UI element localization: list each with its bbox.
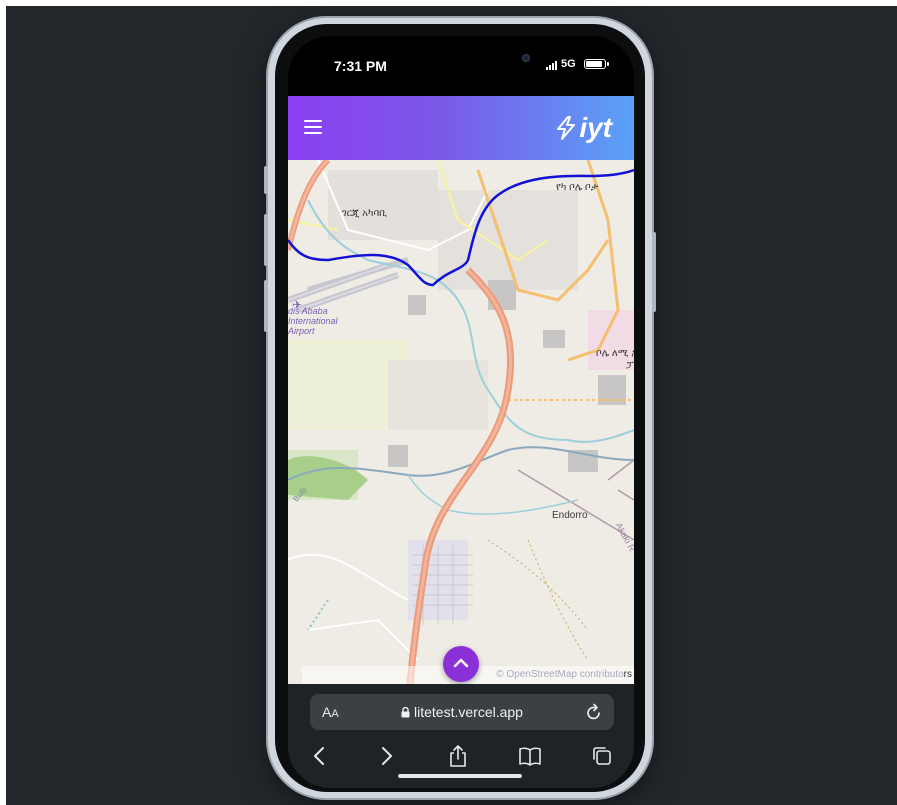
silent-switch	[264, 166, 268, 194]
url-text: litetest.vercel.app	[414, 704, 523, 720]
status-bar: 7:31 PM 5G	[288, 36, 634, 96]
map-tiles	[288, 160, 634, 684]
chevron-right-icon[interactable]	[374, 744, 398, 768]
chevron-left-icon[interactable]	[308, 744, 332, 768]
lock-icon	[401, 707, 410, 718]
attribution-tail: rs	[623, 669, 632, 680]
app-header: iyt	[288, 96, 634, 160]
map-label-bole-lemi: ቦሌ ለሚ ኢ	[596, 348, 634, 359]
power-button	[652, 232, 656, 312]
notch	[398, 36, 530, 74]
app-logo[interactable]: iyt	[555, 112, 612, 144]
map-label-endorro: Endorro	[552, 510, 588, 521]
map-label-yeka-bole: የካ ቦሌ ቦታ	[556, 182, 599, 193]
share-icon[interactable]	[446, 744, 470, 768]
network-type: 5G	[561, 58, 576, 70]
battery-icon	[584, 59, 609, 69]
attribution-link[interactable]: © OpenStreetMap contributo	[496, 669, 623, 680]
chevron-up-icon	[453, 658, 469, 668]
home-indicator[interactable]	[398, 774, 522, 778]
address-bar[interactable]: AA litetest.vercel.app	[310, 694, 614, 730]
signal-bars-icon: 5G	[546, 58, 576, 70]
expand-panel-button[interactable]	[443, 646, 479, 682]
book-icon[interactable]	[518, 744, 542, 768]
map-label-gerji: ገርጂ አካባቢ	[342, 208, 388, 219]
reload-icon[interactable]	[586, 703, 602, 721]
phone-frame: 7:31 PM 5G iyt ገርጂ አካባቢ የካ ቦሌ ቦታ ቦሌ ለሚ ፓ…	[264, 18, 656, 798]
status-time: 7:31 PM	[334, 58, 387, 74]
page-background: 7:31 PM 5G iyt ገርጂ አካባቢ የካ ቦሌ ቦታ ቦሌ ለሚ ፓ…	[6, 6, 897, 805]
map-view[interactable]: ገርጂ አካባቢ የካ ቦሌ ቦታ ቦሌ ለሚ ኢ ፓ dis Ababa In…	[288, 160, 634, 684]
logo-text: iyt	[579, 112, 612, 143]
tabs-icon[interactable]	[590, 744, 614, 768]
phone-screen: 7:31 PM 5G iyt ገርጂ አካባቢ የካ ቦሌ ቦታ ቦሌ ለሚ ፓ…	[288, 36, 634, 788]
browser-toolbar	[288, 738, 634, 774]
url-display[interactable]: litetest.vercel.app	[310, 704, 614, 720]
hamburger-menu-icon[interactable]	[304, 120, 322, 134]
volume-up-button	[264, 214, 268, 266]
volume-down-button	[264, 280, 268, 332]
map-label-bole-lemi-2: ፓ	[626, 360, 634, 371]
airport-icon: ✈	[292, 298, 303, 312]
browser-chrome: AA litetest.vercel.app	[288, 684, 634, 788]
camera-icon	[522, 54, 530, 62]
lightning-bolt-icon	[557, 116, 576, 140]
